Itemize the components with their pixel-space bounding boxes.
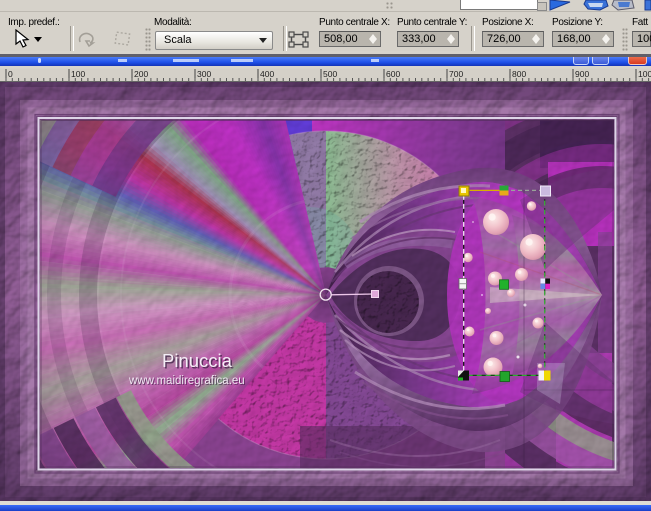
svg-text:0: 0 (8, 69, 13, 79)
svg-text:100: 100 (71, 69, 85, 79)
svg-text:900: 900 (575, 69, 589, 79)
svg-text:www.maidiregrafica.eu: www.maidiregrafica.eu (128, 375, 245, 387)
svg-text:Pinuccia: Pinuccia (162, 350, 233, 371)
svg-text:400: 400 (260, 69, 274, 79)
svg-text:200: 200 (134, 69, 148, 79)
svg-text:800: 800 (512, 69, 526, 79)
svg-text:300: 300 (197, 69, 211, 79)
svg-text:500: 500 (323, 69, 337, 79)
svg-text:700: 700 (449, 69, 463, 79)
svg-text:600: 600 (386, 69, 400, 79)
svg-text:1000: 1000 (638, 69, 651, 79)
